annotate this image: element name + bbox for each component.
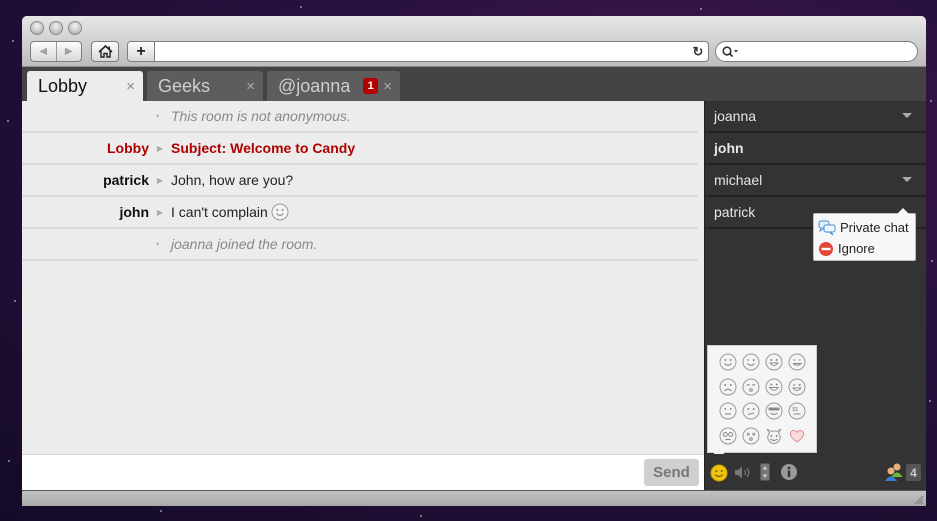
- search-input[interactable]: [740, 44, 917, 59]
- roster-user[interactable]: joanna: [705, 101, 926, 133]
- send-button[interactable]: Send: [644, 459, 699, 486]
- big-grin-emoticon-icon[interactable]: [762, 376, 785, 398]
- happy-eyes-emoticon-icon[interactable]: [739, 376, 762, 398]
- reload-icon: ↻: [692, 43, 704, 59]
- home-button[interactable]: [91, 41, 119, 62]
- message-text: John, how are you?: [171, 172, 294, 188]
- menu-item-private-chat[interactable]: Private chat: [818, 217, 911, 238]
- tab-geeks[interactable]: Geeks ×: [147, 71, 263, 101]
- history-buttons: ◀ ▶: [30, 41, 82, 62]
- svg-text:$$: $$: [792, 407, 798, 413]
- chat-message: john ▶ I can't complain: [22, 197, 698, 229]
- message-body: I can't complain: [171, 203, 289, 221]
- reload-button[interactable]: ↻: [688, 42, 708, 61]
- message-pane: • This room is not anonymous. Lobby ▶ Su…: [22, 101, 704, 454]
- laugh-emoticon-icon[interactable]: [785, 376, 808, 398]
- menu-item-ignore[interactable]: Ignore: [818, 238, 911, 259]
- close-tab-icon[interactable]: ×: [383, 78, 392, 95]
- user-menu-caret-icon[interactable]: [902, 177, 912, 182]
- tab-label: Geeks: [158, 75, 211, 96]
- browser-status-bar: [22, 490, 926, 506]
- info-bullet: •: [156, 111, 160, 121]
- forward-arrow-icon: ▶: [64, 46, 73, 57]
- ignore-icon: [819, 241, 833, 256]
- close-window-button[interactable]: [30, 21, 44, 35]
- forward-button[interactable]: ▶: [57, 42, 82, 61]
- chat-message: patrick ▶ John, how are you?: [22, 165, 698, 197]
- user-name: joanna: [714, 108, 757, 124]
- browser-toolbar: ◀ ▶ + ↻: [22, 16, 926, 67]
- user-menu-caret-icon[interactable]: [902, 113, 912, 118]
- menu-item-label: Private chat: [840, 220, 909, 235]
- scroll-icon[interactable]: [760, 463, 770, 481]
- speech-bubbles-icon: [818, 220, 836, 235]
- cool-emoticon-icon[interactable]: [762, 401, 785, 423]
- tab-joanna[interactable]: @joanna 1 ×: [267, 71, 400, 101]
- message-input[interactable]: [26, 461, 636, 485]
- tongue-emoticon-icon[interactable]: [785, 351, 808, 373]
- separator-arrow-icon: ▶: [156, 175, 164, 185]
- user-count-badge: 4: [906, 464, 921, 481]
- money-emoticon-icon[interactable]: $$: [785, 401, 808, 423]
- emoticon-picker: $$: [707, 345, 817, 459]
- tab-label: @joanna: [278, 75, 351, 96]
- devil-emoticon-icon[interactable]: [762, 425, 785, 447]
- tab-lobby[interactable]: Lobby ×: [27, 71, 143, 101]
- message-text: I can't complain: [171, 204, 268, 220]
- message-text: joanna joined the room.: [171, 236, 318, 252]
- subject-message: Lobby ▶ Subject: Welcome to Candy: [22, 133, 698, 165]
- message-author[interactable]: john: [22, 204, 149, 220]
- message-author: Lobby: [107, 140, 149, 156]
- grin-emoticon-icon[interactable]: [762, 351, 785, 373]
- wink-emoticon-icon[interactable]: [739, 351, 762, 373]
- resize-grip-icon[interactable]: [912, 493, 924, 505]
- window-controls: [30, 21, 82, 35]
- search-field: [715, 41, 918, 62]
- smile-emoticon-icon: [271, 203, 289, 221]
- smile-emoticon-icon[interactable]: [716, 351, 739, 373]
- dead-emoticon-icon[interactable]: [739, 425, 762, 447]
- roster-user[interactable]: michael: [705, 165, 926, 197]
- message-text: Subject: Welcome to Candy: [171, 140, 356, 156]
- separator-arrow-icon: ▶: [156, 143, 164, 153]
- message-composer: Send: [22, 454, 704, 490]
- glasses-emoticon-icon[interactable]: [716, 425, 739, 447]
- url-input[interactable]: [155, 42, 688, 61]
- unread-badge: 1: [363, 78, 379, 94]
- zoom-window-button[interactable]: [68, 21, 82, 35]
- user-name: john: [714, 140, 744, 156]
- back-button[interactable]: ◀: [31, 42, 57, 61]
- emoticon-picker-icon[interactable]: [710, 464, 728, 482]
- chat-toolbar: 4: [704, 454, 926, 490]
- frown-emoticon-icon[interactable]: [716, 401, 739, 423]
- heart-emoticon-icon[interactable]: [785, 425, 808, 447]
- info-bullet: •: [156, 239, 160, 249]
- info-icon[interactable]: [780, 463, 798, 481]
- user-name: patrick: [714, 204, 756, 220]
- user-name: michael: [714, 172, 763, 188]
- roster-user-self: john: [705, 133, 926, 165]
- info-message: • joanna joined the room.: [22, 229, 698, 261]
- info-message: • This room is not anonymous.: [22, 101, 698, 133]
- menu-item-label: Ignore: [838, 241, 875, 256]
- separator-arrow-icon: ▶: [156, 207, 164, 217]
- tab-label: Lobby: [38, 75, 88, 96]
- speaker-icon[interactable]: [734, 465, 752, 480]
- add-bookmark-button[interactable]: +: [128, 42, 155, 61]
- close-tab-icon[interactable]: ×: [126, 78, 135, 95]
- room-tabs: Lobby × Geeks × @joanna 1 ×: [22, 67, 926, 101]
- user-context-menu: Private chat Ignore: [813, 208, 916, 261]
- magnifier-icon[interactable]: [722, 45, 740, 58]
- close-tab-icon[interactable]: ×: [246, 78, 255, 95]
- sad-emoticon-icon[interactable]: [716, 376, 739, 398]
- users-icon: [885, 463, 903, 481]
- message-author[interactable]: patrick: [22, 172, 149, 188]
- back-arrow-icon: ◀: [39, 46, 48, 57]
- message-text: This room is not anonymous.: [171, 108, 351, 124]
- address-bar: + ↻: [127, 41, 709, 62]
- confused-emoticon-icon[interactable]: [739, 401, 762, 423]
- home-icon: [97, 45, 113, 58]
- browser-window: ◀ ▶ + ↻ Lobby × Geeks × @joanna 1 × • Th…: [22, 16, 926, 506]
- minimize-window-button[interactable]: [49, 21, 63, 35]
